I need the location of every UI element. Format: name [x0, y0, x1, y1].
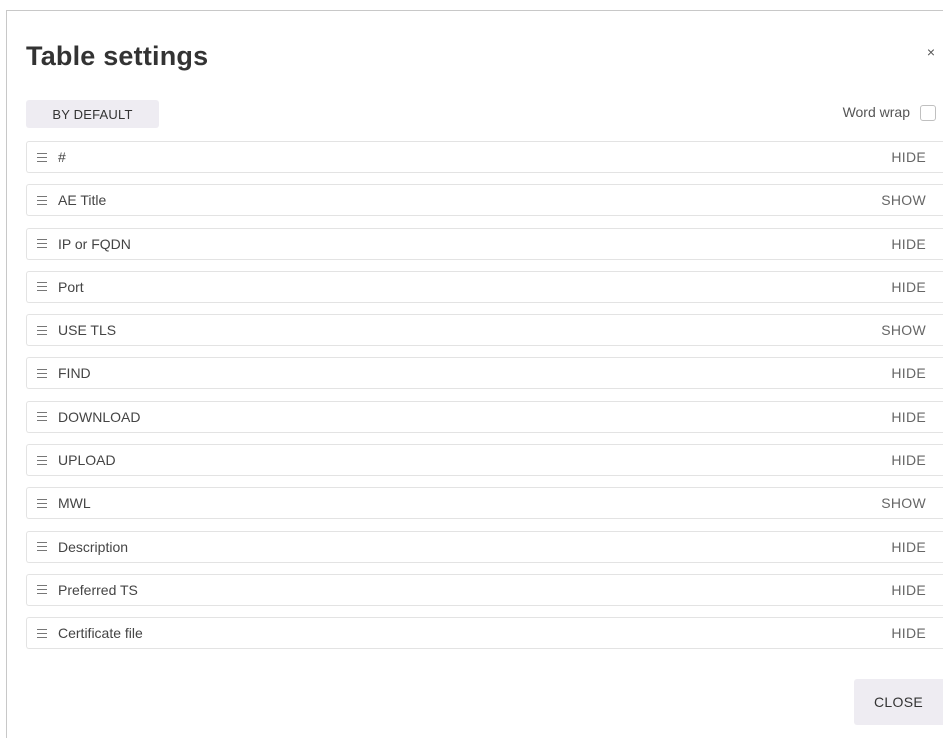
drag-handle-icon[interactable]: [37, 282, 48, 292]
column-row[interactable]: FIND HIDE: [26, 357, 943, 390]
column-visibility-toggle[interactable]: SHOW: [881, 192, 926, 208]
column-visibility-toggle[interactable]: SHOW: [881, 322, 926, 338]
column-visibility-toggle[interactable]: HIDE: [891, 149, 926, 165]
column-row[interactable]: Description HIDE: [26, 530, 943, 563]
dialog-title: Table settings: [26, 41, 209, 71]
column-visibility-toggle[interactable]: HIDE: [891, 539, 926, 555]
drag-handle-icon[interactable]: [37, 152, 48, 162]
column-visibility-toggle[interactable]: HIDE: [891, 365, 926, 381]
column-row[interactable]: DOWNLOAD HIDE: [26, 400, 943, 433]
word-wrap-control: Word wrap: [843, 102, 936, 121]
column-visibility-toggle[interactable]: HIDE: [891, 236, 926, 252]
close-button[interactable]: CLOSE: [854, 679, 943, 725]
column-visibility-toggle[interactable]: HIDE: [891, 409, 926, 425]
column-label: AE Title: [58, 192, 107, 209]
column-row[interactable]: AE Title SHOW: [26, 184, 943, 217]
column-row[interactable]: Certificate file HIDE: [26, 617, 943, 650]
column-label: FIND: [58, 365, 91, 382]
column-row[interactable]: MWL SHOW: [26, 487, 943, 520]
column-visibility-toggle[interactable]: HIDE: [891, 625, 926, 641]
column-label: Port: [58, 278, 84, 295]
column-visibility-toggle[interactable]: HIDE: [891, 279, 926, 295]
drag-handle-icon[interactable]: [37, 585, 48, 595]
by-default-button[interactable]: BY DEFAULT: [26, 100, 159, 128]
column-label: DOWNLOAD: [58, 408, 141, 425]
column-row[interactable]: Port HIDE: [26, 270, 943, 303]
drag-handle-icon[interactable]: [37, 498, 48, 508]
drag-handle-icon[interactable]: [37, 239, 48, 249]
column-row[interactable]: USE TLS SHOW: [26, 314, 943, 347]
column-visibility-toggle[interactable]: SHOW: [881, 495, 926, 511]
column-visibility-toggle[interactable]: HIDE: [891, 582, 926, 598]
drag-handle-icon[interactable]: [37, 455, 48, 465]
word-wrap-label: Word wrap: [842, 103, 910, 120]
column-label: Certificate file: [58, 625, 143, 642]
column-label: UPLOAD: [58, 452, 116, 469]
word-wrap-checkbox[interactable]: [920, 105, 936, 121]
drag-handle-icon[interactable]: [37, 195, 48, 205]
drag-handle-icon[interactable]: [37, 542, 48, 552]
column-label: IP or FQDN: [58, 235, 131, 252]
close-icon[interactable]: ×: [925, 44, 937, 60]
column-label: Description: [58, 538, 129, 555]
column-row[interactable]: UPLOAD HIDE: [26, 444, 943, 477]
drag-handle-icon[interactable]: [37, 628, 48, 638]
column-label: MWL: [58, 495, 91, 512]
drag-handle-icon[interactable]: [37, 412, 48, 422]
column-row[interactable]: # HIDE: [26, 141, 943, 173]
column-list: # HIDE AE Title SHOW IP or FQDN HIDE Port HIDE U…: [26, 141, 943, 661]
drag-handle-icon[interactable]: [37, 368, 48, 378]
table-settings-dialog: Table settings × BY DEFAULT Word wrap # H…: [6, 10, 943, 738]
column-visibility-toggle[interactable]: HIDE: [891, 452, 926, 468]
drag-handle-icon[interactable]: [37, 325, 48, 335]
column-row[interactable]: Preferred TS HIDE: [26, 573, 943, 606]
column-label: USE TLS: [58, 322, 117, 339]
column-row[interactable]: IP or FQDN HIDE: [26, 227, 943, 260]
column-label: Preferred TS: [58, 581, 138, 598]
column-label: #: [58, 149, 66, 165]
